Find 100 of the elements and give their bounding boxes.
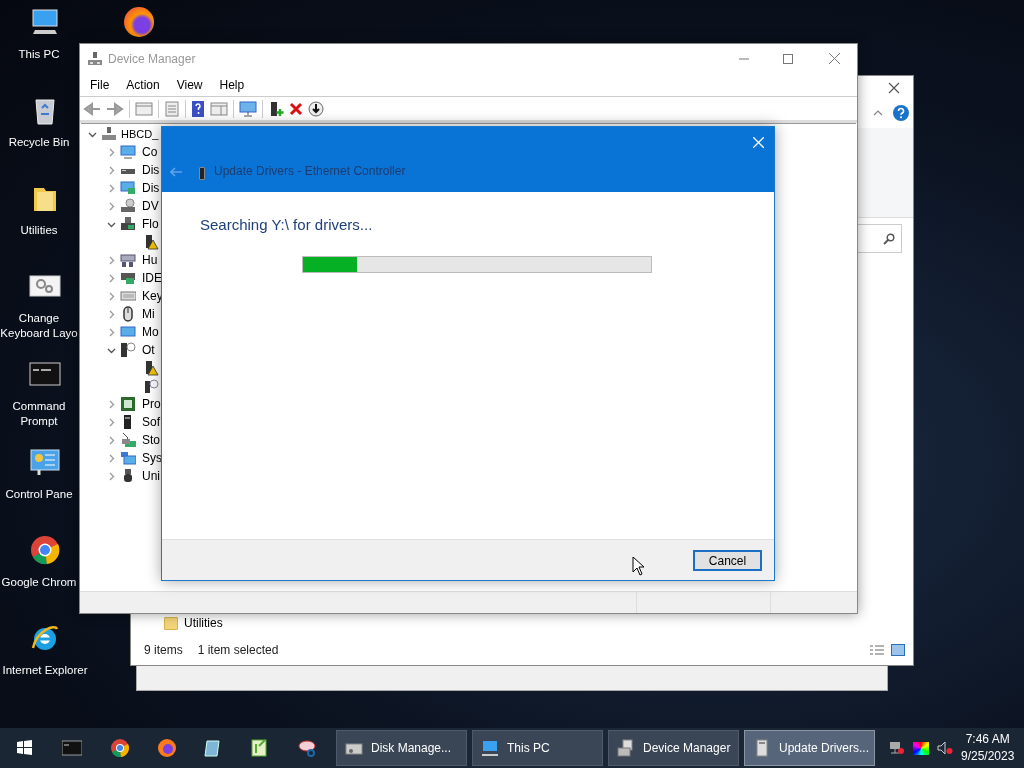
color-icon[interactable] (913, 741, 929, 755)
menu-item[interactable]: Help (219, 75, 245, 94)
desktop-icon-label[interactable]: Change Keyboard Layo (0, 311, 78, 341)
network-computer-icon (87, 50, 103, 67)
terminal-icon[interactable] (62, 738, 82, 758)
computer-tower-icon (753, 739, 771, 757)
desktop-icon-label[interactable]: Recycle Bin (0, 135, 78, 150)
tree-item-label[interactable]: IDE (142, 269, 162, 287)
chevron-right-icon[interactable] (107, 201, 116, 211)
maximize-icon[interactable] (783, 53, 793, 64)
device-category-icon[interactable] (120, 216, 136, 232)
tree-item-label[interactable]: Dis (142, 179, 160, 197)
delete-icon[interactable] (289, 101, 303, 116)
firefox-icon[interactable] (124, 7, 154, 37)
chevron-right-icon[interactable] (107, 183, 116, 193)
tree-item-label[interactable]: Hu (142, 251, 158, 269)
window-icon[interactable] (135, 100, 153, 117)
chevron-right-icon[interactable] (107, 435, 116, 445)
dialog-title: Update Drivers - Ethernet Controller (214, 163, 406, 180)
window-icon[interactable] (210, 100, 228, 117)
device-category-icon[interactable] (120, 396, 136, 412)
back-arrow-icon[interactable] (83, 101, 101, 116)
desktop-icon-label[interactable]: This PC (0, 47, 78, 62)
item-count: 9 items (144, 642, 183, 659)
close-icon[interactable] (887, 81, 901, 95)
menu-item[interactable]: View (176, 75, 203, 94)
unknown-device-icon[interactable] (143, 378, 159, 394)
chevron-right-icon[interactable] (107, 291, 116, 301)
menu-item[interactable]: Action (126, 75, 160, 94)
taskbar-button[interactable]: Update Drivers... (744, 730, 875, 766)
volume-muted-icon[interactable] (937, 741, 953, 755)
chrome-icon[interactable] (29, 534, 61, 566)
help-icon[interactable] (893, 105, 909, 121)
forward-arrow-icon[interactable] (106, 101, 124, 116)
tree-item-label[interactable]: DV (142, 197, 159, 215)
tree-item-label[interactable]: Dis (142, 161, 160, 179)
device-category-icon[interactable] (120, 270, 136, 286)
chevron-right-icon[interactable] (107, 273, 116, 283)
device-category-icon[interactable] (120, 306, 136, 322)
tree-item-label[interactable]: Co (142, 143, 158, 161)
warning-device-icon[interactable] (143, 234, 159, 250)
warning-device-icon[interactable] (143, 360, 159, 376)
add-device-icon[interactable] (268, 100, 284, 117)
tree-item-label[interactable]: Mo (142, 323, 159, 341)
device-category-icon[interactable] (120, 432, 136, 448)
taskbar-button[interactable]: Disk Manage... (336, 730, 467, 766)
computer-icon (617, 739, 635, 757)
chrome-icon[interactable] (110, 738, 130, 758)
desktop-icon-label[interactable]: Command Prompt (0, 399, 78, 429)
tree-item-label[interactable]: Sto (142, 431, 160, 449)
chevron-right-icon[interactable] (107, 417, 116, 427)
chevron-right-icon[interactable] (107, 471, 116, 481)
network-computer-icon[interactable] (101, 126, 117, 142)
cancel-button[interactable]: Cancel (693, 549, 762, 571)
device-category-icon[interactable] (120, 342, 136, 358)
taskbar-button[interactable]: This PC (472, 730, 603, 766)
chevron-right-icon[interactable] (107, 399, 116, 409)
chevron-right-icon[interactable] (107, 255, 116, 265)
chevron-up-icon[interactable] (873, 110, 883, 116)
taskbar-button[interactable]: Device Manager (608, 730, 739, 766)
chevron-right-icon[interactable] (107, 147, 116, 157)
tree-item-label[interactable]: Uni (142, 467, 160, 485)
desktop-icon-label[interactable]: Internet Explorer (2, 663, 88, 678)
clock-time[interactable]: 7:46 AM (965, 731, 1010, 748)
desktop-icon-label[interactable]: Utilities (0, 223, 78, 238)
tree-item-label[interactable]: Sof (142, 413, 160, 431)
chevron-right-icon[interactable] (107, 327, 116, 337)
tree-item-label[interactable]: Flo (142, 215, 159, 233)
network-error-icon[interactable] (889, 741, 905, 755)
desktop-icon-label[interactable]: Control Pane (0, 487, 78, 502)
device-category-icon[interactable] (120, 252, 136, 268)
window-title: Device Manager (108, 50, 196, 68)
mouse-cursor-icon (632, 556, 644, 576)
close-icon[interactable] (829, 53, 840, 64)
editor-icon[interactable] (249, 738, 269, 758)
thumbnail-view-icon[interactable] (891, 644, 905, 656)
search-field[interactable] (857, 224, 902, 253)
tree-item-label[interactable]: Sys (142, 449, 162, 467)
help-icon[interactable] (191, 99, 205, 118)
chevron-right-icon[interactable] (107, 453, 116, 463)
search-icon (883, 232, 895, 245)
folder-icon (164, 616, 178, 630)
desktop-icon-label[interactable]: Google Chrom (0, 575, 78, 590)
selection-count: 1 item selected (197, 642, 279, 659)
windows-start-icon[interactable] (14, 738, 34, 758)
download-icon[interactable] (308, 100, 324, 117)
chevron-right-icon[interactable] (107, 165, 116, 175)
folder-name[interactable]: Utilities (184, 614, 223, 632)
chevron-right-icon[interactable] (107, 309, 116, 319)
tree-item-label[interactable]: Ot (142, 341, 155, 359)
tree-item-label[interactable]: HBCD_ (121, 125, 159, 143)
control-panel-icon[interactable] (29, 446, 61, 478)
device-icon (199, 167, 205, 180)
menu-item[interactable]: File (90, 75, 110, 94)
clock-date[interactable]: 9/25/2023 (961, 748, 1015, 765)
tree-item-label[interactable]: Mi (142, 305, 155, 323)
firefox-icon[interactable] (157, 738, 177, 758)
status-heading: Searching Y:\ for drivers... (200, 215, 374, 235)
monitor-icon (481, 739, 499, 757)
tree-item-label[interactable]: Pro (142, 395, 161, 413)
